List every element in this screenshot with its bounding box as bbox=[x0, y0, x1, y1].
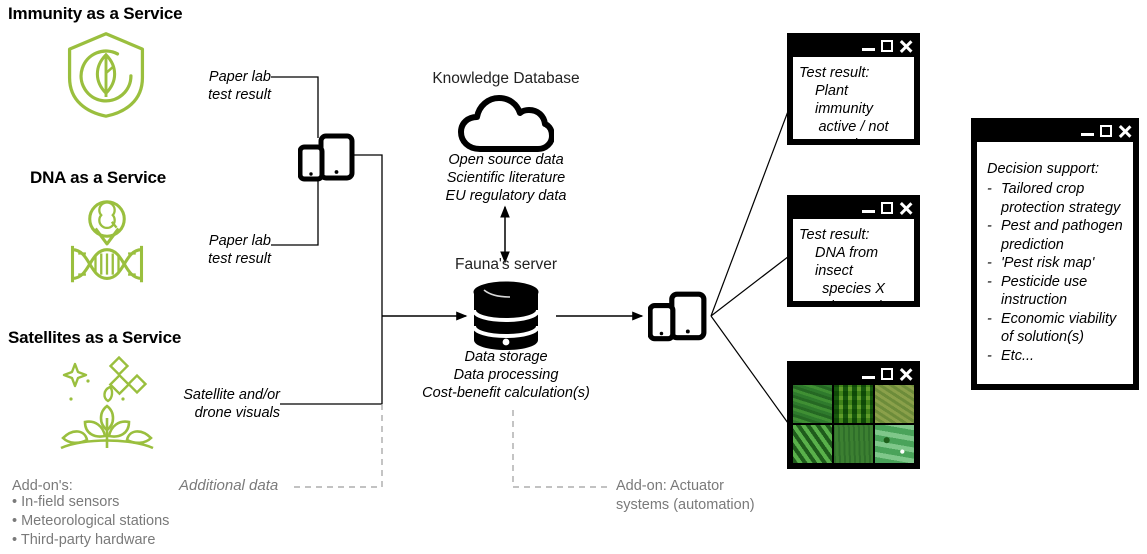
server-items: Data storage Data processing Cost-benefi… bbox=[386, 348, 626, 402]
minimize-icon[interactable] bbox=[862, 47, 875, 51]
cloud-icon bbox=[458, 93, 555, 153]
window-titlebar bbox=[973, 120, 1137, 142]
decision-support-item: - Etc... bbox=[987, 347, 1125, 366]
addon-item-2: • Third-party hardware bbox=[12, 532, 156, 548]
flow-label-immunity: Paper lab test result bbox=[121, 68, 271, 104]
additional-data-label: Additional data bbox=[179, 477, 279, 494]
maximize-icon[interactable] bbox=[881, 202, 893, 214]
close-icon[interactable] bbox=[1118, 124, 1132, 138]
satellite-tile bbox=[834, 425, 873, 463]
decision-support-item-text: Economic viability of solution(s) bbox=[1001, 310, 1117, 346]
flow-label-dna-line2: test result bbox=[208, 251, 271, 267]
kdb-item-2: EU regulatory data bbox=[445, 188, 567, 204]
satellite-tile-grid bbox=[793, 385, 914, 463]
decision-support-item-text: Pest and pathogen prediction bbox=[1001, 218, 1123, 253]
bullet-marker: - bbox=[987, 273, 992, 290]
window-titlebar bbox=[789, 197, 918, 219]
flow-label-immunity-line1: Paper lab bbox=[208, 69, 271, 85]
bullet-marker: - bbox=[987, 181, 992, 197]
decision-support-title: Decision support: bbox=[987, 161, 1100, 177]
server-item-1: Data processing bbox=[453, 367, 559, 383]
window-dna-result[interactable]: Test result: DNA from insect species X d… bbox=[787, 195, 920, 307]
window-immunity-result[interactable]: Test result: Plant immunity active / not… bbox=[787, 33, 920, 145]
result-line-1: Test result: bbox=[799, 65, 870, 81]
bullet-marker: - bbox=[987, 347, 992, 364]
flow-label-dna-line1: Paper lab bbox=[208, 233, 271, 249]
decision-support-item-text: Etc... bbox=[1001, 347, 1035, 364]
result-line-2: Plant immunity bbox=[815, 83, 874, 117]
knowledge-database-title: Knowledge Database bbox=[432, 70, 580, 87]
minimize-icon[interactable] bbox=[862, 375, 875, 379]
result-line-1: Test result: bbox=[799, 227, 870, 243]
window-content: Test result: Plant immunity active / not… bbox=[793, 57, 914, 139]
window-titlebar bbox=[789, 363, 918, 385]
actuator-label-line2: systems (automation) bbox=[616, 497, 755, 513]
satellite-tile bbox=[875, 425, 914, 463]
window-decision-support[interactable]: Decision support: - Tailored crop protec… bbox=[971, 118, 1139, 390]
result-line-3: species X detected bbox=[822, 281, 885, 301]
decision-support-item-text: Tailored crop protection strategy bbox=[1001, 181, 1121, 216]
close-icon[interactable] bbox=[899, 39, 913, 53]
window-satellite-imagery[interactable] bbox=[787, 361, 920, 469]
decision-support-item: - Economic viability of solution(s) bbox=[987, 310, 1125, 347]
actuator-label-line1: Add-on: Actuator bbox=[616, 478, 725, 494]
window-content: Test result: DNA from insect species X d… bbox=[793, 219, 914, 301]
flow-label-satellites-line1: Satellite and/or bbox=[183, 387, 280, 403]
minimize-icon[interactable] bbox=[862, 209, 875, 213]
output-tablet-phone-icon bbox=[647, 291, 708, 345]
window-content: Decision support: - Tailored crop protec… bbox=[977, 142, 1133, 384]
decision-support-item-text: 'Pest risk map' bbox=[1001, 255, 1095, 271]
decision-support-item-text: Pesticide use instruction bbox=[1001, 273, 1088, 309]
window-titlebar bbox=[789, 35, 918, 57]
flow-label-satellites: Satellite and/or drone visuals bbox=[120, 386, 280, 422]
flow-label-immunity-line2: test result bbox=[208, 87, 271, 103]
server-item-0: Data storage bbox=[464, 349, 548, 365]
kdb-item-1: Scientific literature bbox=[446, 170, 566, 186]
window-content bbox=[793, 385, 914, 463]
tablet-phone-icon bbox=[297, 133, 356, 185]
close-icon[interactable] bbox=[899, 201, 913, 215]
decision-support-item: - Tailored crop protection strategy bbox=[987, 180, 1125, 217]
knowledge-database-items: Open source data Scientific literature E… bbox=[406, 151, 606, 205]
server-title: Fauna's server bbox=[454, 256, 558, 273]
bullet-marker: - bbox=[987, 218, 992, 234]
service-title-dna: DNA as a Service bbox=[30, 168, 167, 187]
satellite-tile bbox=[834, 385, 873, 423]
decision-support-item: - Pesticide use instruction bbox=[987, 273, 1125, 310]
flow-label-dna: Paper lab test result bbox=[121, 232, 271, 268]
minimize-icon[interactable] bbox=[1081, 132, 1094, 136]
bullet-marker: - bbox=[987, 310, 992, 327]
diagram-canvas: Immunity as a Service Paper lab test res… bbox=[0, 0, 1147, 554]
satellite-tile bbox=[793, 425, 832, 463]
decision-support-item: - 'Pest risk map' bbox=[987, 254, 1125, 273]
bullet-marker: - bbox=[987, 255, 992, 271]
kdb-item-0: Open source data bbox=[448, 152, 564, 168]
service-title-immunity: Immunity as a Service bbox=[8, 4, 183, 23]
addon-item-0: • In-field sensors bbox=[12, 494, 120, 510]
satellite-tile bbox=[793, 385, 832, 423]
flow-label-satellites-line2: drone visuals bbox=[194, 405, 280, 421]
result-line-3: active / not active bbox=[818, 119, 889, 139]
maximize-icon[interactable] bbox=[881, 368, 893, 380]
maximize-icon[interactable] bbox=[1100, 125, 1112, 137]
close-icon[interactable] bbox=[899, 367, 913, 381]
service-title-satellites: Satellites as a Service bbox=[8, 328, 182, 347]
decision-support-item: - Pest and pathogen prediction bbox=[987, 217, 1125, 254]
server-item-2: Cost-benefit calculation(s) bbox=[422, 385, 590, 401]
maximize-icon[interactable] bbox=[881, 40, 893, 52]
result-line-2: DNA from insect bbox=[815, 245, 879, 279]
database-cylinder-icon bbox=[470, 280, 542, 352]
addon-item-1: • Meteorological stations bbox=[12, 513, 170, 529]
satellite-tile bbox=[875, 385, 914, 423]
